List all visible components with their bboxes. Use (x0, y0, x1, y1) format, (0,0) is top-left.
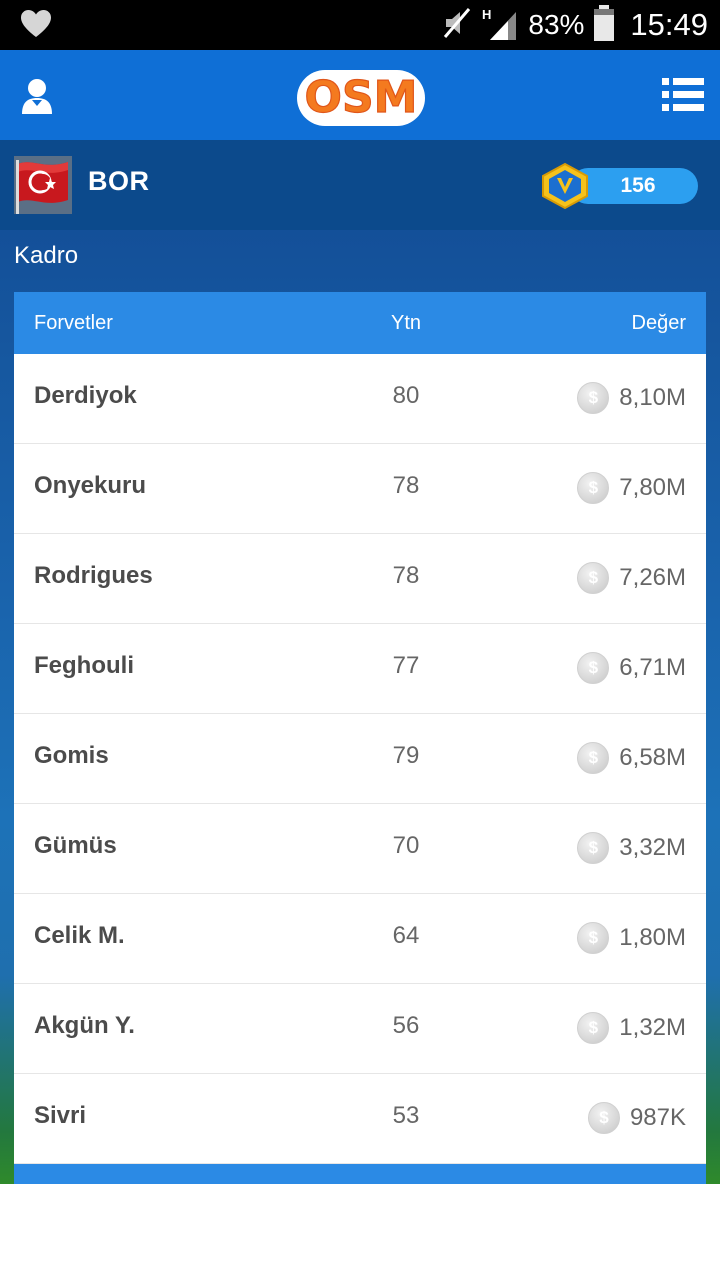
header-position[interactable]: Forvetler (34, 312, 113, 335)
team-flag-icon[interactable] (14, 156, 72, 214)
table-footer (14, 1164, 706, 1184)
battery-icon (594, 5, 615, 41)
credits-value: 156 (620, 174, 656, 197)
player-value-text: 1,32M (619, 1014, 686, 1041)
app-header: OSM (0, 50, 720, 140)
player-name: Akgün Y. (34, 1012, 135, 1039)
player-name: Feghouli (34, 652, 134, 679)
svg-text:H: H (482, 7, 491, 22)
credits-display[interactable]: 156 (540, 162, 698, 210)
heart-icon (20, 9, 52, 44)
player-rating: 77 (392, 652, 420, 679)
table-row[interactable]: Akgün Y. 56 $1,32M (14, 984, 706, 1074)
table-header: Forvetler Ytn Değer (14, 292, 706, 354)
clock: 15:49 (630, 7, 708, 42)
table-body: Derdiyok 80 $8,10M Onyekuru 78 $7,80M Rodrigue… (14, 354, 706, 1164)
coin-icon: $ (577, 1012, 610, 1044)
player-value-text: 8,10M (619, 384, 686, 411)
player-value-text: 7,80M (619, 474, 686, 501)
player-value-text: 3,32M (619, 834, 686, 861)
player-value: $7,80M (577, 472, 686, 504)
player-name: Derdiyok (34, 382, 137, 409)
player-name: Rodrigues (34, 562, 153, 589)
team-name: BOR (88, 166, 150, 196)
section-title: Kadro (14, 242, 79, 269)
battery-percentage: 83% (528, 9, 585, 40)
player-value-text: 1,80M (619, 924, 686, 951)
coin-icon: $ (577, 922, 610, 954)
table-row[interactable]: Derdiyok 80 $8,10M (14, 354, 706, 444)
table-row[interactable]: Onyekuru 78 $7,80M (14, 444, 706, 534)
player-rating: 80 (392, 382, 420, 409)
table-row[interactable]: Rodrigues 78 $7,26M (14, 534, 706, 624)
player-rating: 70 (392, 832, 420, 859)
player-value: $6,71M (577, 652, 686, 684)
player-rating: 56 (392, 1012, 420, 1039)
player-rating: 64 (392, 922, 420, 949)
player-value: $1,32M (577, 1012, 686, 1044)
table-row[interactable]: Gümüs 70 $3,32M (14, 804, 706, 894)
boss-coin-icon (540, 162, 590, 215)
coin-icon: $ (577, 742, 610, 774)
coin-icon: $ (577, 382, 610, 414)
player-name: Celik M. (34, 922, 125, 949)
table-row[interactable]: Gomis 79 $6,58M (14, 714, 706, 804)
signal-icon: H (482, 6, 518, 45)
header-value[interactable]: Değer (632, 312, 686, 335)
player-value: $3,32M (577, 832, 686, 864)
coin-icon: $ (587, 1102, 620, 1134)
table-row[interactable]: Celik M. 64 $1,80M (14, 894, 706, 984)
coin-icon: $ (577, 832, 610, 864)
status-bar: H 83% 15:49 (0, 0, 720, 50)
coin-icon: $ (577, 652, 610, 684)
player-value: $987K (587, 1102, 686, 1134)
osm-logo: OSM (294, 64, 428, 135)
menu-list-icon[interactable] (662, 78, 704, 117)
logo-text: OSM (305, 72, 418, 123)
coin-icon: $ (577, 562, 610, 594)
player-value: $7,26M (577, 562, 686, 594)
coin-icon: $ (577, 472, 610, 504)
table-row[interactable]: Sivri 53 $987K (14, 1074, 706, 1164)
player-name: Onyekuru (34, 472, 147, 499)
player-rating: 78 (392, 562, 420, 589)
player-value-text: 6,71M (619, 654, 686, 681)
player-rating: 79 (392, 742, 420, 769)
player-value: $6,58M (577, 742, 686, 774)
player-value-text: 6,58M (619, 744, 686, 771)
player-rating: 78 (392, 472, 420, 499)
team-bar: BOR 156 (0, 140, 720, 230)
squad-table: Forvetler Ytn Değer Derdiyok 80 $8,10M Onye… (14, 292, 706, 1184)
player-rating: 53 (392, 1102, 420, 1129)
player-value: $8,10M (577, 382, 686, 414)
player-value-text: 7,26M (619, 564, 686, 591)
user-profile-icon[interactable] (20, 78, 54, 121)
mute-icon (442, 7, 472, 44)
table-row[interactable]: Feghouli 77 $6,71M (14, 624, 706, 714)
player-value-text: 987K (629, 1104, 686, 1131)
player-name: Gümüs (34, 832, 117, 859)
player-name: Sivri (34, 1102, 87, 1129)
header-rating[interactable]: Ytn (366, 312, 446, 335)
player-name: Gomis (34, 742, 109, 769)
player-value: $1,80M (577, 922, 686, 954)
